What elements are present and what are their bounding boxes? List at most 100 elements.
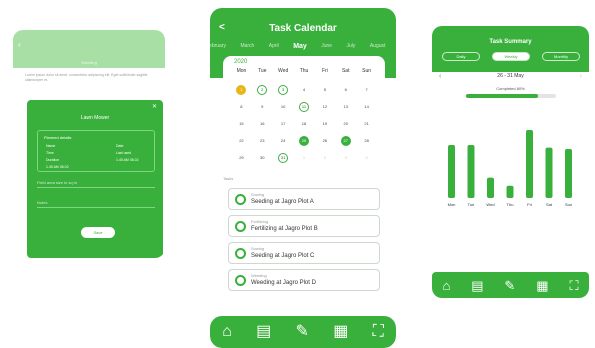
calendar-day[interactable]: 29	[231, 153, 252, 163]
bar-sat	[545, 147, 553, 198]
calendar-day[interactable]: 9	[252, 102, 273, 112]
task-status-icon[interactable]	[235, 221, 246, 232]
calendar-day[interactable]: 1	[231, 84, 252, 95]
month-item[interactable]: August	[370, 43, 386, 50]
task-item[interactable]: Sowing Seeding at Jagro Plot A	[228, 188, 380, 210]
task-name: Seeding at Jagro Plot A	[251, 199, 314, 205]
task-calendar-screen: < Task Calendar FebruaryMarchAprilMayJun…	[210, 8, 396, 348]
month-item[interactable]: July	[347, 43, 356, 50]
day-number: 16	[260, 121, 265, 126]
day-number: 14	[364, 104, 369, 109]
calendar-day[interactable]: 10	[273, 102, 294, 112]
calendar-day[interactable]: 27	[335, 135, 356, 146]
month-item[interactable]: April	[269, 43, 279, 50]
task-status-icon[interactable]	[235, 248, 246, 259]
date-grid: 1 2 3 4 5 6 7 8 9 10 11 12 13 14 15 16 17 18 19 20 21 22 23 24 2…	[231, 81, 377, 166]
calendar-day[interactable]: 7	[356, 85, 377, 95]
task-item[interactable]: Fertilizing Fertilizing at Jagro Plot B	[228, 215, 380, 237]
calendar-day[interactable]: 4	[294, 85, 315, 95]
task-status-icon[interactable]	[235, 275, 246, 286]
calendar-day[interactable]: 15	[231, 119, 252, 129]
calendar-icon[interactable]: ▦	[536, 279, 548, 292]
calendar-day[interactable]: 31	[273, 152, 294, 163]
calendar-icon[interactable]: ▦	[333, 324, 348, 340]
calendar-day[interactable]: 20	[335, 119, 356, 129]
next-icon[interactable]: ›	[580, 73, 582, 80]
calendar-day[interactable]: 19	[314, 119, 335, 129]
edit-icon[interactable]: ✎	[296, 324, 309, 340]
tab-monthly[interactable]: Monthly	[542, 52, 580, 61]
day-number: 25	[299, 135, 309, 146]
day-number: 15	[239, 121, 244, 126]
day-number: 9	[261, 104, 264, 109]
month-item[interactable]: March	[240, 43, 254, 50]
calendar-day[interactable]: 14	[356, 102, 377, 112]
calendar-day[interactable]: 30	[252, 153, 273, 163]
x-tick-label: Fri	[527, 202, 532, 207]
calendar-day[interactable]: 21	[356, 119, 377, 129]
task-item[interactable]: Sowing Seeding at Jagro Plot C	[228, 242, 380, 264]
scan-icon[interactable]: ⛶	[569, 279, 578, 292]
task-name: Fertilizing at Jagro Plot B	[251, 226, 318, 232]
calendar-day[interactable]: 26	[314, 136, 335, 146]
calendar-day[interactable]: 22	[231, 136, 252, 146]
bottom-nav: ⌂ ▤ ✎ ▦ ⛶	[432, 272, 589, 298]
page-title: Task Summary	[489, 39, 532, 45]
calendar-day[interactable]: 6	[335, 85, 356, 95]
month-selector[interactable]: FebruaryMarchAprilMayJuneJulyAugustSe	[210, 43, 396, 50]
calendar-day[interactable]: 4	[356, 153, 377, 163]
calendar-day[interactable]: 8	[231, 102, 252, 112]
calendar-day[interactable]: 11	[294, 101, 315, 112]
x-tick-label: Thu	[507, 202, 514, 207]
calendar-day[interactable]: 17	[273, 119, 294, 129]
scan-icon[interactable]: ⛶	[373, 324, 384, 340]
save-button[interactable]: Save	[81, 227, 115, 238]
home-icon[interactable]: ⌂	[222, 324, 232, 340]
calendar-day[interactable]: 2	[314, 153, 335, 163]
calendar-day[interactable]: 23	[252, 136, 273, 146]
calendar-day[interactable]: 16	[252, 119, 273, 129]
calendar-day[interactable]: 28	[356, 136, 377, 146]
edit-icon[interactable]: ✎	[504, 279, 515, 292]
tab-daily[interactable]: Daily	[442, 52, 480, 61]
detail-label: 1.45 AM 06.02	[46, 165, 69, 169]
calendar-day[interactable]: 3	[273, 84, 294, 95]
calendar-day[interactable]: 3	[335, 153, 356, 163]
calendar-week: 15 16 17 18 19 20 21	[231, 115, 377, 132]
day-number: 17	[280, 121, 286, 126]
bottom-nav: ⌂ ▤ ✎ ▦ ⛶	[210, 316, 396, 348]
detail-label: Name	[46, 144, 56, 148]
calendar-week: 29 30 31 1 2 3 4	[231, 149, 377, 166]
calendar-day[interactable]: 12	[314, 102, 335, 112]
calendar-day[interactable]: 2	[252, 84, 273, 95]
task-type: Fertilizing	[251, 219, 269, 224]
calendar-day[interactable]: 25	[294, 135, 315, 146]
header: ‹ Weeding	[13, 30, 165, 68]
month-item[interactable]: May	[293, 43, 307, 50]
prev-icon[interactable]: ‹	[439, 73, 441, 80]
task-type: Sowing	[251, 246, 265, 251]
day-number: 1	[236, 84, 247, 95]
calendar-day[interactable]: 13	[335, 102, 356, 112]
task-item[interactable]: Weeding Weeding at Jagro Plot D	[228, 269, 380, 291]
calendar-day[interactable]: 5	[314, 85, 335, 95]
clipboard-icon[interactable]: ▤	[256, 324, 271, 340]
tab-weekly[interactable]: Weekly	[492, 52, 530, 61]
calendar-day[interactable]: 18	[294, 119, 315, 129]
task-name: Weeding at Jagro Plot D	[251, 280, 316, 286]
notes-field[interactable]: Notes	[37, 200, 155, 208]
calendar-day[interactable]: 1	[294, 153, 315, 163]
weekday-label: Sun	[362, 68, 372, 74]
calendar-day[interactable]: 24	[273, 136, 294, 146]
day-number: 5	[323, 87, 326, 92]
month-item[interactable]: February	[210, 43, 226, 50]
task-status-icon[interactable]	[235, 194, 246, 205]
clipboard-icon[interactable]: ▤	[471, 279, 483, 292]
task-type: Sowing	[251, 192, 265, 197]
back-icon[interactable]: ‹	[18, 40, 21, 49]
area-field[interactable]: Field area size in sq m	[37, 180, 155, 188]
month-item[interactable]: June	[321, 43, 332, 50]
close-icon[interactable]: ✕	[152, 103, 157, 110]
home-icon[interactable]: ⌂	[442, 279, 450, 292]
detail-value: Date	[116, 144, 124, 148]
